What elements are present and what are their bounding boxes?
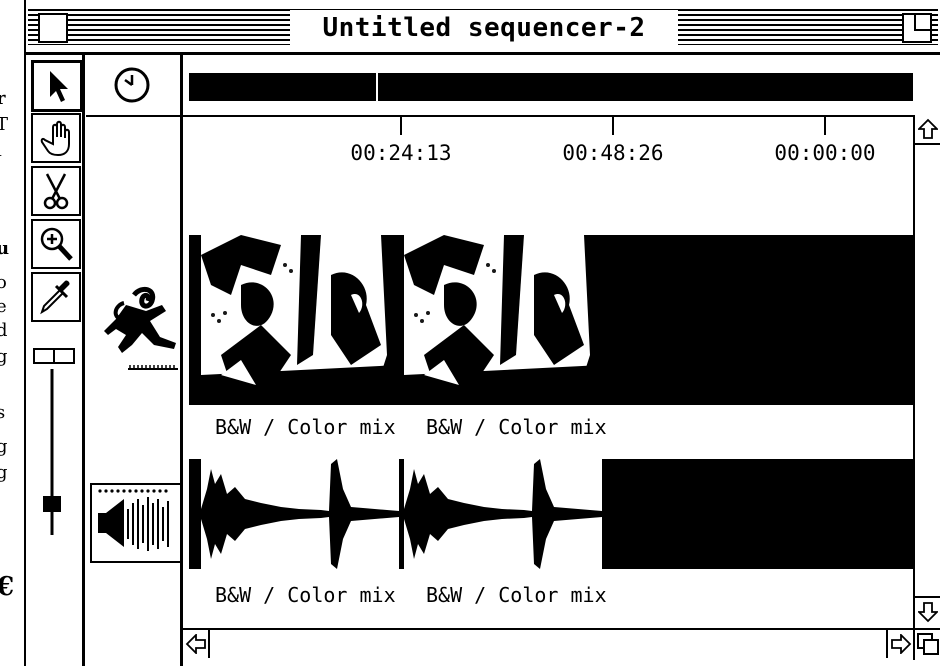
video-track-header[interactable] [86,275,180,385]
audio-track-header[interactable] [90,483,182,563]
background-text-char: ı [0,140,2,161]
zoom-box-inner [914,13,932,31]
arrow-left-icon [185,634,206,654]
video-track[interactable] [189,235,913,405]
background-text-char: g [0,462,8,483]
audio-clip-waveform[interactable] [201,459,399,569]
horizontal-scrollbar[interactable] [183,628,913,660]
resize-grow-box[interactable] [913,628,940,660]
clock-icon[interactable] [86,55,180,115]
video-clip-thumbnail[interactable] [404,235,602,405]
audio-clip-waveform[interactable] [404,459,602,569]
title-wrapper: Untitled sequencer-2 [290,10,678,46]
vertical-scrollbar[interactable] [913,115,940,628]
playhead-bar[interactable] [189,73,913,101]
arrow-pointer-icon [50,71,68,102]
background-text-char: d [0,320,8,341]
background-text-char: g [0,346,8,367]
slider-thumb[interactable] [43,496,61,512]
timecode-label: 00:48:26 [562,141,664,165]
audio-clip-label: B&W / Color mix [215,583,396,607]
zoom-tool[interactable] [31,219,81,269]
video-clip-label: B&W / Color mix [426,415,607,439]
background-text-char: o [0,272,7,293]
magnifier-icon [40,227,73,261]
scroll-left-button[interactable] [183,630,210,658]
scroll-up-button[interactable] [915,115,940,145]
tool-palette [28,55,85,666]
background-text-char: u [0,238,10,259]
playhead-marker[interactable] [376,73,378,101]
waveform-graphic [404,459,602,569]
scissors-tool[interactable] [31,166,81,216]
title-bar[interactable]: Untitled sequencer-2 [26,0,940,55]
speaker-icon [98,489,169,551]
background-text-char: r [0,88,6,109]
timeline-ruler [183,115,913,117]
clock-cell [86,55,180,117]
video-clip-label: B&W / Color mix [215,415,396,439]
timecode-label: 00:24:13 [350,141,452,165]
window-title: Untitled sequencer-2 [322,13,646,43]
scroll-right-button[interactable] [886,630,913,658]
eyedropper-icon [40,280,70,315]
zoom-box[interactable] [902,13,932,43]
background-text-char: T [0,114,9,135]
scissors-icon [43,173,69,210]
timecode-label: 00:00:00 [774,141,876,165]
background-text-char: s [0,402,6,423]
sequencer-window: Untitled sequencer-2 00:24:13 00:48:26 0… [24,0,940,666]
waveform-graphic [201,459,399,569]
timeline-area[interactable]: 00:24:13 00:48:26 00:00:00 B&W / Color m… [183,55,913,628]
track-icon-column [86,55,183,666]
arrow-down-icon [917,602,938,623]
background-text-char: € [0,572,15,602]
audio-track[interactable] [189,459,913,569]
running-figure-icon [104,286,178,370]
arrow-up-icon [917,118,938,139]
grow-box-icon [917,633,939,655]
background-text-char: e [0,296,7,317]
arrow-right-icon [890,634,911,654]
ruler-tick [612,117,614,135]
close-box[interactable] [38,13,68,43]
volume-slider[interactable] [28,345,82,605]
volume-slider-graphic [33,348,75,535]
background-text-char: g [0,436,8,457]
hand-tool[interactable] [31,113,81,163]
ruler-tick [824,117,826,135]
video-frame-image [201,235,399,405]
scroll-down-button[interactable] [915,596,940,626]
video-clip-thumbnail[interactable] [201,235,399,405]
video-frame-image [404,235,602,405]
arrow-tool[interactable] [31,60,83,112]
eyedropper-tool[interactable] [31,272,81,322]
audio-clip-label: B&W / Color mix [426,583,607,607]
ruler-tick [400,117,402,135]
hand-icon [40,120,70,157]
